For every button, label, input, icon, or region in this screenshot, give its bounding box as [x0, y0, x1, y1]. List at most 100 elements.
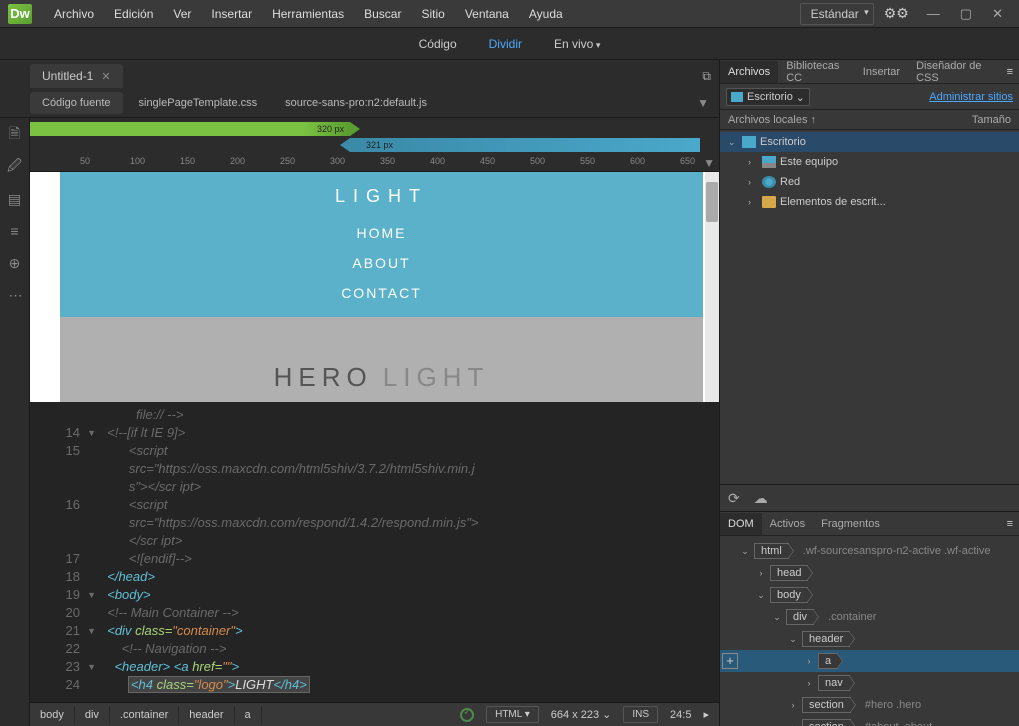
tree-row[interactable]: ›Red	[720, 172, 1019, 192]
preview-nav-item[interactable]: HOME	[60, 225, 703, 241]
dom-row[interactable]: ›section#hero .hero	[720, 694, 1019, 716]
file-icon[interactable]: 🗎	[6, 126, 24, 144]
more-icon[interactable]: ⋯	[6, 286, 24, 304]
media-query-bars[interactable]: 320 px 321 px	[30, 118, 719, 154]
code-line[interactable]: </scr ipt>	[30, 532, 478, 550]
preview-scrollbar[interactable]	[705, 172, 719, 402]
code-line[interactable]: 16 <script	[30, 496, 478, 514]
menu-insertar[interactable]: Insertar	[201, 3, 262, 25]
related-file-js[interactable]: source-sans-pro:n2:default.js	[273, 92, 439, 114]
code-line[interactable]: src="https://oss.maxcdn.com/respond/1.4.…	[30, 514, 478, 532]
manage-sites-link[interactable]: Administrar sitios	[929, 91, 1013, 103]
related-file-css[interactable]: singlePageTemplate.css	[127, 92, 270, 114]
collect-icon[interactable]: ☁	[754, 490, 768, 507]
breadcrumb-item[interactable]: header	[179, 706, 234, 724]
site-dropdown[interactable]: Escritorio	[726, 88, 810, 106]
status-bar: bodydiv.containerheadera HTML ▾ 664 x 22…	[30, 702, 719, 726]
code-line[interactable]: file:// -->	[30, 406, 478, 424]
ruler: ▼ 50100150200250300350400450500550600650	[30, 154, 719, 172]
view-split-button[interactable]: Dividir	[481, 33, 530, 55]
sync-settings-icon[interactable]: ⚙⚙	[878, 5, 915, 22]
left-tool-strip: 🗎 🖉 ▤ ≡ ⊕ ⋯	[0, 118, 30, 726]
code-line[interactable]: 19▼ <body>	[30, 586, 478, 604]
code-line[interactable]: s"></scr ipt>	[30, 478, 478, 496]
mq-bar-min[interactable]: 321 px	[350, 138, 700, 152]
menu-sitio[interactable]: Sitio	[411, 3, 454, 25]
tree-row[interactable]: ›Este equipo	[720, 152, 1019, 172]
code-line[interactable]: 24 <h4 class="logo">LIGHT</h4>	[30, 676, 478, 694]
status-language[interactable]: HTML ▾	[486, 706, 539, 723]
panel-menu-icon[interactable]: ≡	[1001, 518, 1019, 530]
code-line[interactable]: 18 </head>	[30, 568, 478, 586]
code-line[interactable]: 17 <![endif]-->	[30, 550, 478, 568]
dom-row[interactable]: ⌄div.container	[720, 606, 1019, 628]
tools-icon[interactable]: 🖉	[6, 158, 24, 176]
minimize-button[interactable]: —	[919, 2, 948, 25]
status-ok-icon[interactable]	[460, 708, 474, 722]
panel-tab[interactable]: Archivos	[720, 61, 778, 83]
code-line[interactable]: 22 <!-- Navigation -->	[30, 640, 478, 658]
menu-ver[interactable]: Ver	[163, 3, 201, 25]
document-tab-label: Untitled-1	[42, 69, 93, 83]
menu-buscar[interactable]: Buscar	[354, 3, 411, 25]
files-col-name[interactable]: Archivos locales ↑	[728, 114, 816, 126]
code-line[interactable]: 20 <!-- Main Container -->	[30, 604, 478, 622]
tree-row[interactable]: ⌄Escritorio	[720, 132, 1019, 152]
filter-icon[interactable]: ▼	[687, 92, 719, 114]
mq-bar-max[interactable]: 320 px	[30, 122, 350, 136]
ruler-tick: 50	[80, 156, 90, 166]
expand-icon[interactable]: ⊕	[6, 254, 24, 272]
menu-archivo[interactable]: Archivo	[44, 3, 104, 25]
breadcrumb-item[interactable]: div	[75, 706, 110, 724]
code-line[interactable]: 15 <script	[30, 442, 478, 460]
preview-nav-item[interactable]: CONTACT	[60, 285, 703, 301]
status-overflow-icon[interactable]: ▸	[703, 708, 709, 721]
dom-row[interactable]: ⌄header	[720, 628, 1019, 650]
live-preview[interactable]: LIGHT HOMEABOUTCONTACT HERO LIGHT	[30, 172, 719, 402]
code-line[interactable]: 23▼ <header> <a href="">	[30, 658, 478, 676]
menu-edición[interactable]: Edición	[104, 3, 163, 25]
dom-row[interactable]: ›section#about .about	[720, 716, 1019, 726]
panel-tab[interactable]: Insertar	[855, 61, 908, 83]
preview-nav-item[interactable]: ABOUT	[60, 255, 703, 271]
code-line[interactable]: 14▼ <!--[if lt IE 9]>	[30, 424, 478, 442]
status-line-col: 24:5	[670, 709, 691, 721]
menu-ventana[interactable]: Ventana	[455, 3, 519, 25]
dom-row[interactable]: ›nav	[720, 672, 1019, 694]
menu-herramientas[interactable]: Herramientas	[262, 3, 354, 25]
tree-row[interactable]: ›Elementos de escrit...	[720, 192, 1019, 212]
files-col-size[interactable]: Tamaño	[972, 114, 1011, 126]
add-element-icon[interactable]: +	[722, 653, 738, 669]
scrollbar-thumb[interactable]	[706, 182, 718, 222]
dom-row[interactable]: +›a	[720, 650, 1019, 672]
document-tab[interactable]: Untitled-1 ✕	[30, 64, 123, 88]
view-code-button[interactable]: Código	[411, 33, 465, 55]
view-live-button[interactable]: En vivo	[546, 33, 608, 55]
panel-tab[interactable]: DOM	[720, 513, 762, 535]
mini-toolbar: ⟳ ☁	[720, 484, 1019, 512]
dom-row[interactable]: ⌄body	[720, 584, 1019, 606]
maximize-button[interactable]: ▢	[952, 2, 980, 26]
workspace-dropdown[interactable]: Estándar	[800, 3, 874, 25]
manage-icon[interactable]: ▤	[6, 190, 24, 208]
panel-menu-icon[interactable]: ≡	[1001, 66, 1019, 78]
close-button[interactable]: ✕	[984, 2, 1011, 26]
window-mode-icon[interactable]: ⧉	[694, 65, 719, 88]
refresh-icon[interactable]: ⟳	[728, 490, 740, 507]
menu-ayuda[interactable]: Ayuda	[519, 3, 573, 25]
code-line[interactable]: 21▼ <div class="container">	[30, 622, 478, 640]
source-code-button[interactable]: Código fuente	[30, 92, 123, 114]
panel-tab[interactable]: Activos	[762, 513, 813, 535]
breadcrumb-item[interactable]: a	[235, 706, 262, 724]
code-editor[interactable]: file:// -->14▼ <!--[if lt IE 9]>15 <scri…	[30, 402, 719, 702]
dom-row[interactable]: ⌄html.wf-sourcesanspro-n2-active .wf-act…	[720, 540, 1019, 562]
indent-icon[interactable]: ≡	[6, 222, 24, 240]
close-tab-icon[interactable]: ✕	[101, 70, 110, 83]
breadcrumb-item[interactable]: .container	[110, 706, 179, 724]
code-line[interactable]: src="https://oss.maxcdn.com/html5shiv/3.…	[30, 460, 478, 478]
ruler-handle-icon[interactable]: ▼	[703, 156, 715, 170]
dom-row[interactable]: ›head	[720, 562, 1019, 584]
panel-tab[interactable]: Fragmentos	[813, 513, 888, 535]
status-insert-mode[interactable]: INS	[623, 706, 658, 723]
breadcrumb-item[interactable]: body	[30, 706, 75, 724]
